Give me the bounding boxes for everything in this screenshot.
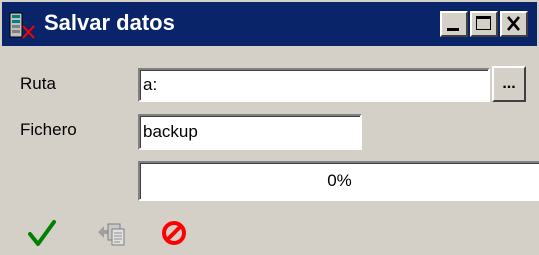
maximize-button[interactable] bbox=[470, 11, 498, 37]
browse-button[interactable]: ... bbox=[492, 66, 526, 102]
maximize-icon bbox=[476, 16, 491, 30]
cancel-button[interactable] bbox=[156, 216, 192, 250]
save-data-dialog: Salvar datos Ruta ... Fichero 0% bbox=[0, 0, 539, 255]
window-title: Salvar datos bbox=[44, 10, 175, 35]
accept-button[interactable] bbox=[24, 216, 60, 250]
progress-bar: 0% bbox=[138, 161, 539, 201]
close-icon bbox=[507, 16, 520, 31]
progress-text: 0% bbox=[327, 171, 352, 190]
fichero-input[interactable] bbox=[138, 114, 362, 150]
minimize-icon bbox=[447, 28, 459, 31]
fichero-label: Fichero bbox=[20, 120, 77, 139]
copy-document-icon bbox=[98, 223, 125, 246]
minimize-button[interactable] bbox=[440, 11, 468, 37]
database-icon[interactable] bbox=[8, 10, 38, 40]
checkmark-icon bbox=[28, 220, 56, 246]
close-button[interactable] bbox=[500, 11, 528, 37]
ruta-label: Ruta bbox=[20, 74, 56, 93]
prohibited-icon bbox=[162, 221, 186, 245]
title-bar[interactable]: Salvar datos bbox=[2, 2, 537, 46]
ruta-input[interactable] bbox=[138, 68, 490, 102]
export-button[interactable] bbox=[94, 216, 130, 250]
